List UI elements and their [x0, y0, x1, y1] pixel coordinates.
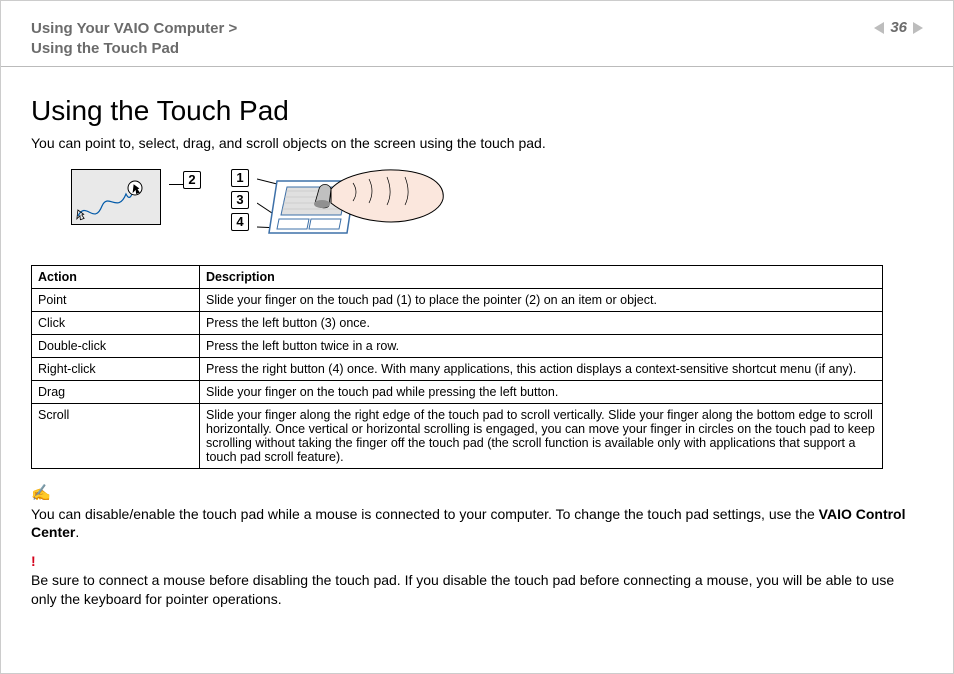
- callout-box-2: 2: [183, 171, 201, 189]
- cell-action: Click: [32, 312, 200, 335]
- cell-desc: Slide your finger on the touch pad (1) t…: [200, 289, 883, 312]
- next-page-icon[interactable]: [913, 22, 923, 34]
- note-icon: ✍: [31, 483, 923, 505]
- note-text-a: You can disable/enable the touch pad whi…: [31, 506, 819, 522]
- cursor-trail-panel: [71, 169, 161, 225]
- breadcrumb: Using Your VAIO Computer > Using the Tou…: [31, 19, 237, 58]
- cell-action: Right-click: [32, 358, 200, 381]
- intro-text: You can point to, select, drag, and scro…: [31, 135, 923, 151]
- cell-desc: Slide your finger along the right edge o…: [200, 404, 883, 469]
- warning-text: Be sure to connect a mouse before disabl…: [31, 571, 923, 609]
- page-nav: 36: [874, 19, 923, 36]
- table-row: Drag Slide your finger on the touch pad …: [32, 381, 883, 404]
- table-row: Scroll Slide your finger along the right…: [32, 404, 883, 469]
- callout-2-group: 2: [169, 169, 201, 189]
- breadcrumb-line1: Using Your VAIO Computer >: [31, 19, 237, 39]
- page-title: Using the Touch Pad: [31, 95, 923, 127]
- note-block: ✍ You can disable/enable the touch pad w…: [1, 469, 953, 542]
- cell-action: Double-click: [32, 335, 200, 358]
- note-text-b: .: [75, 524, 79, 540]
- cell-desc: Press the left button twice in a row.: [200, 335, 883, 358]
- page-content: Using the Touch Pad You can point to, se…: [1, 67, 953, 247]
- th-action: Action: [32, 266, 200, 289]
- touchpad-diagram: [257, 169, 447, 247]
- callouts-left-column: 1 3 4: [231, 169, 249, 247]
- note-text: You can disable/enable the touch pad whi…: [31, 505, 923, 543]
- table-head-row: Action Description: [32, 266, 883, 289]
- table-row: Right-click Press the right button (4) o…: [32, 358, 883, 381]
- cell-action: Drag: [32, 381, 200, 404]
- callout-2-leader: [169, 184, 183, 185]
- callout-box-3: 3: [231, 191, 249, 209]
- table-row: Point Slide your finger on the touch pad…: [32, 289, 883, 312]
- page-number: 36: [890, 19, 907, 36]
- callout-box-4: 4: [231, 213, 249, 231]
- cell-desc: Press the right button (4) once. With ma…: [200, 358, 883, 381]
- warning-icon: !: [31, 552, 923, 571]
- warning-block: ! Be sure to connect a mouse before disa…: [1, 542, 953, 609]
- callout-box-1: 1: [231, 169, 249, 187]
- touchpad-svg: [257, 169, 447, 247]
- page-header: Using Your VAIO Computer > Using the Tou…: [1, 1, 953, 67]
- figure-touchpad: 1 3 4: [231, 169, 447, 247]
- cell-desc: Press the left button (3) once.: [200, 312, 883, 335]
- figure-row: 2 1 3 4: [31, 169, 923, 247]
- table-row: Click Press the left button (3) once.: [32, 312, 883, 335]
- table-row: Double-click Press the left button twice…: [32, 335, 883, 358]
- cell-action: Point: [32, 289, 200, 312]
- cell-desc: Slide your finger on the touch pad while…: [200, 381, 883, 404]
- breadcrumb-line2: Using the Touch Pad: [31, 39, 237, 59]
- cursor-trail-svg: [72, 170, 162, 226]
- actions-table: Action Description Point Slide your fing…: [31, 265, 883, 469]
- th-description: Description: [200, 266, 883, 289]
- prev-page-icon[interactable]: [874, 22, 884, 34]
- figure-cursor-trail: 2: [71, 169, 201, 225]
- cell-action: Scroll: [32, 404, 200, 469]
